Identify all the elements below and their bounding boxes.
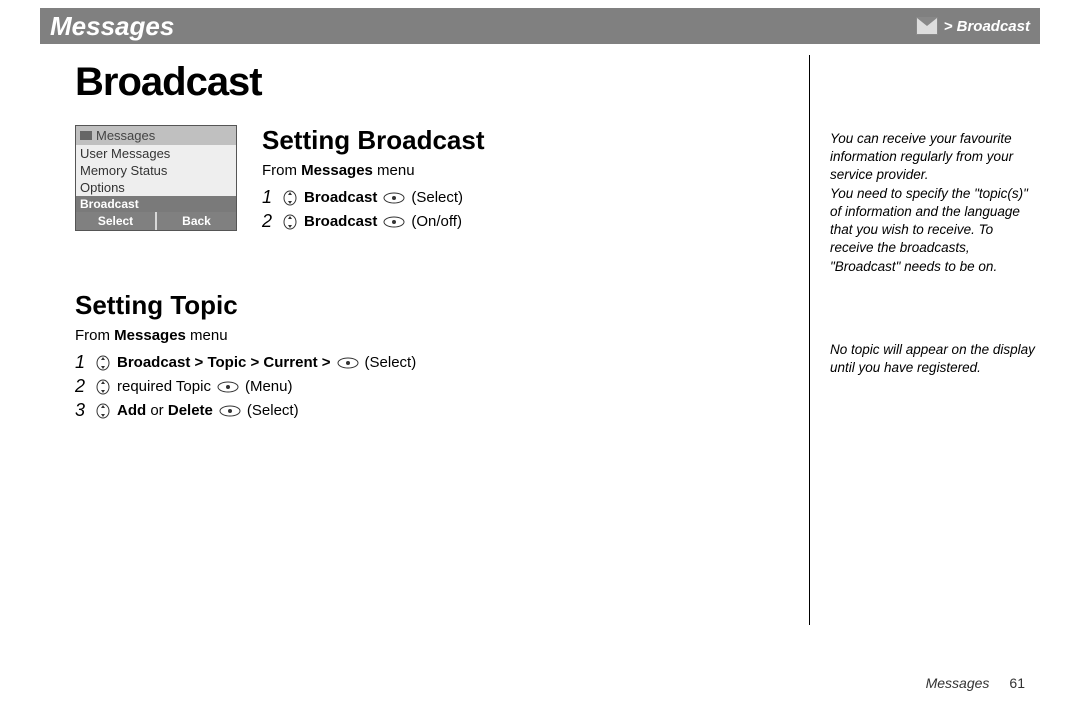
step-label: required Topic (117, 378, 211, 395)
nav-updown-icon (282, 214, 298, 230)
step-action: (Menu) (245, 378, 293, 395)
phone-item: Options (76, 179, 236, 196)
phone-screenshot: Messages User Messages Memory Status Opt… (75, 125, 237, 231)
setting-topic-section: Setting Topic From Messages menu 1 Broad… (75, 290, 795, 421)
step-2: 2 Broadcast (On/off) (262, 211, 795, 232)
sidebar-notes: You can receive your favourite informati… (809, 55, 1040, 625)
setting-broadcast-content: Setting Broadcast From Messages menu 1 B… (262, 125, 795, 235)
breadcrumb: > Broadcast (916, 17, 1030, 35)
step-label: Broadcast > Topic > Current > (117, 354, 331, 371)
step-action: (Select) (365, 354, 417, 371)
section-title: Messages (50, 11, 174, 42)
mail-icon (916, 17, 938, 35)
phone-mail-icon (80, 131, 92, 140)
step-number: 2 (75, 376, 89, 397)
ok-icon (219, 404, 241, 418)
ok-icon (337, 356, 359, 370)
nav-updown-icon (95, 355, 111, 371)
phone-item: User Messages (76, 145, 236, 162)
breadcrumb-text: > Broadcast (944, 18, 1030, 35)
step-label: Broadcast (304, 189, 377, 206)
page-number: 61 (1009, 675, 1025, 691)
step-number: 2 (262, 211, 276, 232)
side-note-2: No topic will appear on the display unti… (830, 341, 1040, 377)
nav-updown-icon (95, 379, 111, 395)
from-menu-text: From Messages menu (75, 327, 795, 344)
page-footer: Messages 61 (926, 675, 1025, 691)
page-title: Broadcast (75, 60, 795, 105)
ok-icon (217, 380, 239, 394)
setting-topic-heading: Setting Topic (75, 290, 795, 321)
main-content: Broadcast Messages User Messages Memory … (75, 55, 795, 424)
footer-section-label: Messages (926, 675, 990, 691)
step-action: (Select) (247, 402, 299, 419)
from-menu-text: From Messages menu (262, 162, 795, 179)
step-1: 1 Broadcast (Select) (262, 187, 795, 208)
nav-updown-icon (282, 190, 298, 206)
phone-title: Messages (96, 128, 155, 143)
side-note-1: You can receive your favourite informati… (830, 130, 1040, 276)
phone-header: Messages (76, 126, 236, 145)
step-action: (Select) (411, 189, 463, 206)
phone-menu-list: User Messages Memory Status Options (76, 145, 236, 196)
phone-softkeys: Select Back (76, 212, 236, 230)
step-number: 3 (75, 400, 89, 421)
phone-item: Memory Status (76, 162, 236, 179)
step-label: Add or Delete (117, 402, 213, 419)
step-1: 1 Broadcast > Topic > Current > (Select) (75, 352, 795, 373)
ok-icon (383, 191, 405, 205)
setting-broadcast-section: Messages User Messages Memory Status Opt… (75, 125, 795, 235)
phone-selected-item: Broadcast (76, 196, 236, 212)
step-3: 3 Add or Delete (Select) (75, 400, 795, 421)
step-number: 1 (75, 352, 89, 373)
softkey-select: Select (76, 212, 157, 230)
setting-broadcast-heading: Setting Broadcast (262, 125, 795, 156)
ok-icon (383, 215, 405, 229)
header-bar: Messages > Broadcast (40, 8, 1040, 44)
step-label: Broadcast (304, 213, 377, 230)
step-2: 2 required Topic (Menu) (75, 376, 795, 397)
step-number: 1 (262, 187, 276, 208)
softkey-back: Back (157, 212, 236, 230)
nav-updown-icon (95, 403, 111, 419)
step-action: (On/off) (411, 213, 462, 230)
